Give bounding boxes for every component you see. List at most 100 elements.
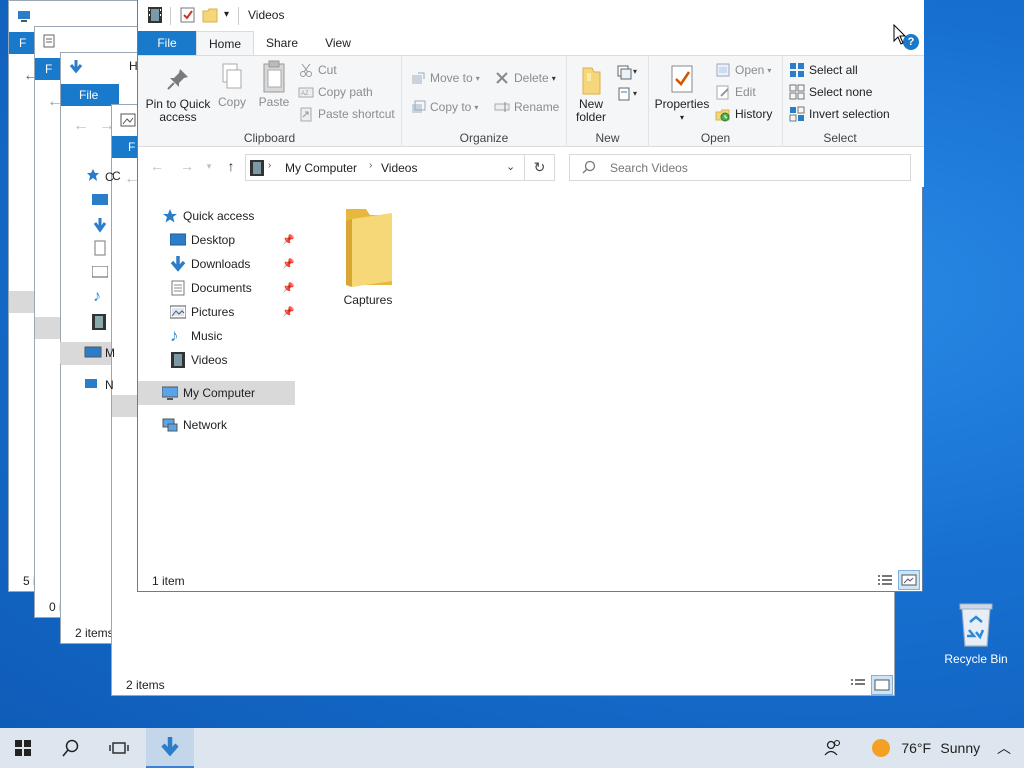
back-arrow-icon[interactable]: ← bbox=[148, 158, 166, 176]
paste-shortcut-label: Paste shortcut bbox=[318, 107, 395, 121]
bg4-file-tab[interactable]: F bbox=[112, 136, 138, 158]
window-title: Videos bbox=[248, 8, 285, 22]
open-group: Properties ▾ Open ▾ Edit History Open bbox=[649, 56, 783, 148]
breadcrumb-separator-icon: › bbox=[369, 160, 373, 171]
tab-file[interactable]: File bbox=[138, 31, 196, 55]
nav-my-computer[interactable]: My Computer bbox=[161, 381, 256, 405]
open-label: Open bbox=[735, 63, 765, 77]
address-bar[interactable]: › My Computer › Videos ⌄ bbox=[245, 154, 525, 181]
qat-dropdown-icon[interactable]: ▾ bbox=[224, 9, 229, 27]
bg3-file-tab[interactable]: File bbox=[61, 84, 119, 106]
paste-shortcut-button[interactable]: Paste shortcut bbox=[298, 104, 395, 124]
forward-arrow-icon[interactable]: → bbox=[178, 158, 196, 176]
ribbon-home: Pin to Quick access Copy Paste Cut AZ Co… bbox=[138, 55, 924, 148]
tab-home[interactable]: Home bbox=[196, 31, 254, 55]
new-folder-button[interactable]: New folder bbox=[571, 60, 611, 124]
scissors-icon bbox=[298, 62, 314, 78]
easy-access-icon[interactable]: ▾ bbox=[617, 86, 639, 105]
search-icon bbox=[582, 160, 596, 177]
taskbar-file-explorer-downloads[interactable] bbox=[146, 728, 194, 768]
large-icons-view-icon[interactable] bbox=[898, 570, 920, 590]
copy-path-button[interactable]: AZ Copy path bbox=[298, 82, 373, 102]
nav-pictures[interactable]: Pictures bbox=[169, 300, 235, 324]
bg2-file-tab[interactable]: F bbox=[35, 58, 63, 80]
new-item-icon[interactable]: ▾ bbox=[617, 64, 639, 83]
new-folder-qat-icon[interactable] bbox=[202, 7, 218, 25]
start-button[interactable] bbox=[0, 728, 46, 768]
weather-widget[interactable]: 76°F Sunny bbox=[872, 739, 980, 757]
properties-button[interactable]: Properties ▾ bbox=[653, 60, 711, 124]
open-button[interactable]: Open ▾ bbox=[715, 60, 771, 80]
history-button[interactable]: History bbox=[715, 104, 772, 124]
search-taskbar-button[interactable] bbox=[48, 728, 94, 768]
address-row: ← → ▾ ↑ › My Computer › Videos ⌄ ↻ Searc… bbox=[138, 147, 924, 187]
up-arrow-icon[interactable]: ↑ bbox=[222, 158, 240, 176]
pin-icon[interactable]: 📌 bbox=[282, 259, 294, 270]
breadcrumb-my-computer[interactable]: My Computer bbox=[285, 161, 357, 175]
task-view-button[interactable] bbox=[96, 728, 142, 768]
pin-to-quick-access-button[interactable]: Pin to Quick access bbox=[144, 60, 212, 124]
bg-nav-quick-access-icon bbox=[86, 168, 100, 185]
details-view-icon[interactable] bbox=[849, 675, 869, 693]
copy-to-button[interactable]: Copy to ▾ bbox=[410, 97, 478, 117]
organize-group-label: Organize bbox=[459, 131, 509, 145]
explorer-window-videos[interactable]: ▾ Videos File Home Share View ? Pin to Q… bbox=[137, 0, 924, 592]
address-dropdown-chevron-icon[interactable]: ⌄ bbox=[506, 160, 515, 173]
bg-videos-icon bbox=[92, 314, 106, 333]
paste-button[interactable]: Paste bbox=[254, 60, 294, 109]
large-icons-view-icon[interactable] bbox=[871, 675, 893, 695]
pin-icon[interactable]: 📌 bbox=[282, 307, 294, 318]
pin-icon[interactable]: 📌 bbox=[282, 283, 294, 294]
nav-music[interactable]: ♪ Music bbox=[170, 324, 222, 348]
properties-qat-icon[interactable] bbox=[180, 7, 196, 25]
back-arrow-icon[interactable]: ← bbox=[73, 117, 89, 135]
computer-icon bbox=[17, 9, 31, 23]
invert-selection-button[interactable]: Invert selection bbox=[789, 104, 890, 124]
breadcrumb-videos[interactable]: Videos bbox=[381, 161, 417, 175]
search-input[interactable]: Search Videos bbox=[569, 154, 911, 181]
show-hidden-icons-button[interactable]: ︿ bbox=[984, 728, 1024, 768]
bg-music-icon: ♪ bbox=[93, 288, 101, 305]
select-none-button[interactable]: Select none bbox=[789, 82, 872, 102]
tab-share[interactable]: Share bbox=[256, 31, 308, 55]
refresh-icon: ↻ bbox=[533, 159, 546, 175]
folder-item[interactable]: Captures bbox=[328, 205, 408, 307]
recycle-bin-shortcut[interactable]: Recycle Bin bbox=[940, 600, 1012, 666]
title-bar[interactable]: ▾ Videos bbox=[138, 0, 924, 31]
nav-pictures-label: Pictures bbox=[191, 305, 235, 319]
windows-logo-icon bbox=[15, 740, 31, 756]
task-view-icon bbox=[109, 742, 129, 754]
refresh-button[interactable]: ↻ bbox=[525, 154, 555, 181]
bg1-file-tab[interactable]: F bbox=[9, 32, 37, 54]
cut-button[interactable]: Cut bbox=[298, 60, 337, 80]
details-view-icon[interactable] bbox=[876, 571, 896, 589]
pin-icon bbox=[167, 69, 188, 90]
new-group-label: New bbox=[595, 131, 620, 145]
copy-button[interactable]: Copy bbox=[214, 60, 250, 109]
recent-locations-chevron-icon[interactable]: ▾ bbox=[200, 161, 218, 179]
rename-button[interactable]: Rename bbox=[494, 97, 559, 117]
select-group: Select all Select none Invert selection … bbox=[783, 56, 897, 148]
nav-my-computer-label: My Computer bbox=[183, 386, 256, 400]
people-button[interactable] bbox=[810, 728, 856, 768]
nav-network[interactable]: Network bbox=[162, 413, 227, 437]
star-icon bbox=[162, 208, 178, 224]
delete-button[interactable]: Delete ▾ bbox=[494, 68, 556, 88]
taskbar: 76°F Sunny ︿ bbox=[0, 728, 1024, 768]
nav-desktop[interactable]: Desktop bbox=[169, 228, 235, 252]
computer-icon bbox=[161, 385, 179, 401]
delete-label: Delete bbox=[514, 71, 549, 85]
rename-icon bbox=[494, 99, 510, 115]
nav-videos[interactable]: Videos bbox=[170, 348, 227, 372]
nav-downloads[interactable]: Downloads bbox=[170, 252, 250, 276]
pin-icon[interactable]: 📌 bbox=[282, 235, 294, 246]
nav-documents[interactable]: Documents bbox=[170, 276, 252, 300]
copy-label: Copy bbox=[217, 95, 246, 109]
nav-quick-access[interactable]: Quick access bbox=[162, 204, 254, 228]
folder-icon bbox=[346, 209, 392, 287]
tab-view[interactable]: View bbox=[310, 31, 366, 55]
edit-button[interactable]: Edit bbox=[715, 82, 756, 102]
move-to-button[interactable]: Move to ▾ bbox=[410, 68, 480, 88]
move-to-label: Move to bbox=[430, 71, 473, 85]
select-all-button[interactable]: Select all bbox=[789, 60, 858, 80]
